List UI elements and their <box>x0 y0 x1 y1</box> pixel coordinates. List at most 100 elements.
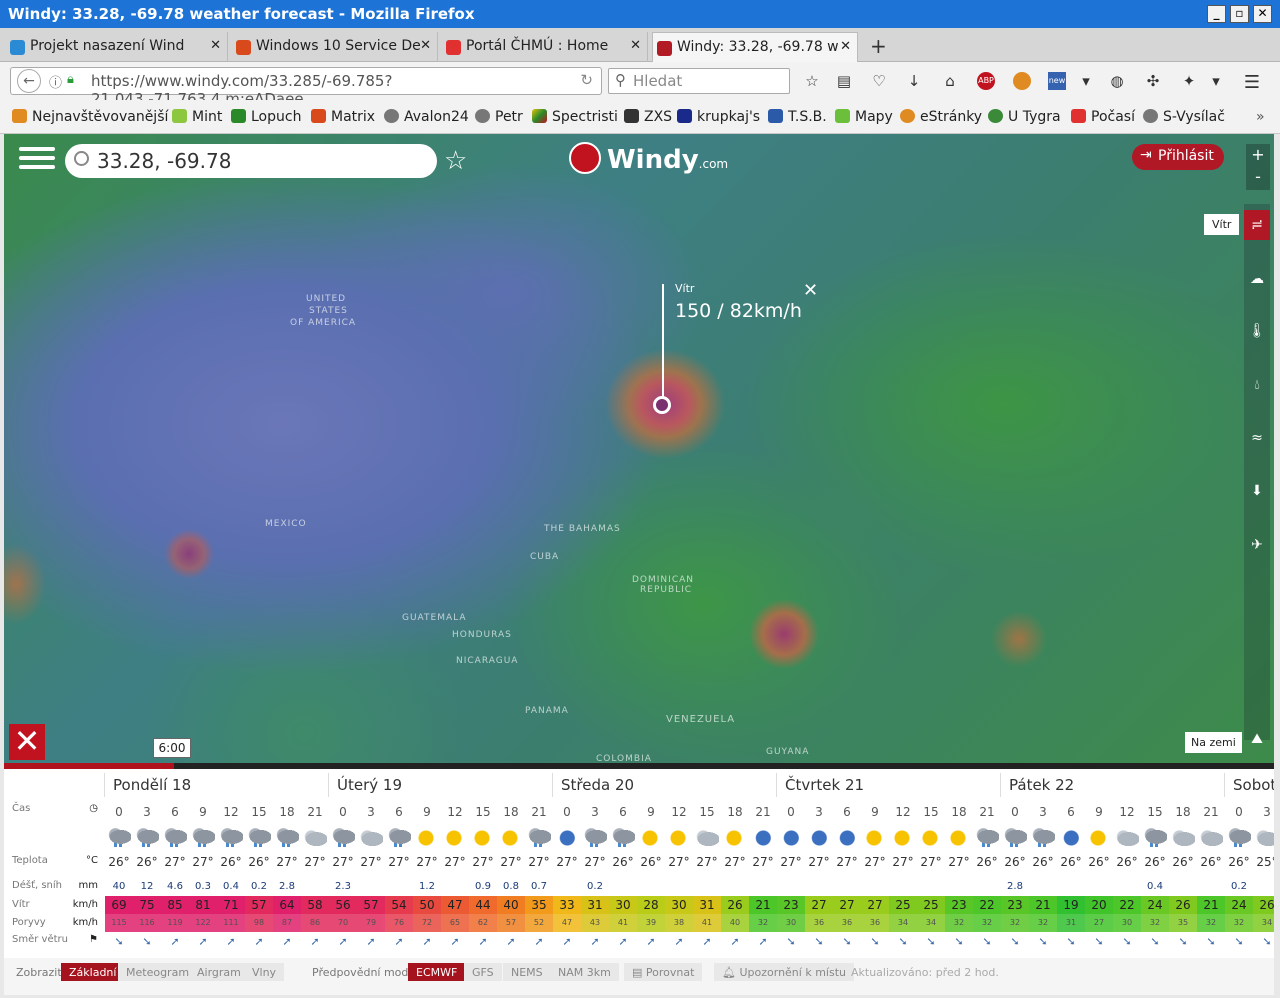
weather-rain-icon <box>525 827 551 849</box>
bookmark-star-icon[interactable]: ☆ <box>803 72 821 90</box>
bookmark-item[interactable]: Počasí <box>1071 109 1135 125</box>
close-window-button[interactable]: ✕ <box>1253 5 1272 23</box>
close-forecast-button[interactable]: ✕ <box>9 724 45 760</box>
altitude-label[interactable]: Na zemi <box>1185 732 1242 753</box>
news-icon[interactable]: new <box>1048 72 1066 90</box>
overflow-dropdown-icon[interactable]: ▾ <box>1207 72 1225 90</box>
back-icon[interactable]: ← <box>17 69 41 93</box>
mode-airgram-button[interactable]: Airgram <box>189 963 249 981</box>
bookmarks-overflow-icon[interactable]: » <box>1256 109 1265 125</box>
pressure-layer-icon[interactable]: ⬇ <box>1244 476 1270 506</box>
hour-cell: 12 <box>447 805 463 819</box>
hamburger-menu-icon[interactable]: ☰ <box>1243 72 1261 93</box>
tab-windows10[interactable]: Windows 10 Service De ✕ <box>232 32 438 62</box>
tab-chmu[interactable]: Portál ČHMÚ : Home ✕ <box>442 32 648 62</box>
temp-cell: 26° <box>1032 855 1054 869</box>
bookmark-item[interactable]: U Tygra <box>988 109 1061 125</box>
day-header: Pátek 22 <box>1000 773 1074 797</box>
info-icon[interactable]: ⓘ <box>49 72 62 91</box>
model-nems-button[interactable]: NEMS <box>503 963 551 981</box>
timeline-time[interactable]: 6:00 <box>153 738 191 758</box>
url-bar[interactable]: ← ⓘ 🔒︎ https://www.windy.com/33.285/-69.… <box>10 67 602 108</box>
tab-projekt[interactable]: Projekt nasazení Wind ✕ <box>6 32 228 62</box>
gust-cell: 41 <box>609 914 637 932</box>
close-tab-icon[interactable]: ✕ <box>630 38 641 53</box>
altitude-icon[interactable]: ⛰︎ <box>1244 724 1270 754</box>
active-layer-label[interactable]: Vítr <box>1204 214 1240 235</box>
cloud-layer-icon[interactable]: ☁ <box>1244 264 1270 294</box>
weather-map[interactable]: UNITED STATES OF AMERICA MEXICO THE BAHA… <box>4 134 1274 766</box>
reload-icon[interactable]: ↻ <box>580 71 593 89</box>
adblock-icon[interactable]: ABP <box>977 72 995 90</box>
waves-layer-icon[interactable]: ≈ <box>1244 423 1270 453</box>
bookmark-item[interactable]: Avalon24 <box>384 109 469 125</box>
bookmark-item[interactable]: Mapy <box>835 109 893 125</box>
dropdown-icon[interactable]: ▾ <box>1077 72 1095 90</box>
bookmark-item[interactable]: Petr <box>475 109 523 125</box>
model-gfs-button[interactable]: GFS <box>464 963 502 981</box>
airport-layer-icon[interactable]: ✈ <box>1244 530 1270 560</box>
gust-cell: 115 <box>105 914 133 932</box>
weather-moon-icon <box>553 827 579 849</box>
wind-layer-icon[interactable]: ≓ <box>1244 210 1270 240</box>
wind-cell: 57 <box>245 896 273 914</box>
extension-icon[interactable] <box>1013 72 1031 90</box>
new-tab-button[interactable]: + <box>870 34 887 58</box>
bookmark-item[interactable]: S-Vysílač <box>1143 109 1225 125</box>
alert-button[interactable]: 🔔︎ Upozornění k místu <box>714 963 854 981</box>
bookmark-item[interactable]: Nejnavštěvovanější <box>12 109 168 125</box>
rain-layer-icon[interactable]: 💧︎ <box>1244 370 1270 400</box>
windy-logo[interactable]: Windy.com <box>569 142 728 175</box>
close-tab-icon[interactable]: ✕ <box>840 39 851 54</box>
favorite-star-icon[interactable]: ☆ <box>444 146 467 176</box>
wind-direction-icon: ➘ <box>1262 935 1272 948</box>
model-nam-button[interactable]: NAM 3km <box>550 963 619 981</box>
wind-direction-icon: ➘ <box>142 935 152 948</box>
close-picker-icon[interactable]: ✕ <box>803 280 818 301</box>
bookmark-item[interactable]: Matrix <box>311 109 375 125</box>
bookmark-item[interactable]: krupkaj's <box>677 109 760 125</box>
zoom-in-button[interactable]: + <box>1246 144 1270 166</box>
temp-cell: 26° <box>1004 855 1026 869</box>
pocket-icon[interactable]: ♡ <box>870 72 888 90</box>
wind-direction-icon: ➚ <box>590 935 600 948</box>
tab-windy[interactable]: Windy: 33.28, -69.78 w ✕ <box>652 32 858 62</box>
gust-cell: 32 <box>1197 914 1225 932</box>
minimize-button[interactable]: _ <box>1207 5 1226 23</box>
mode-meteogram-button[interactable]: Meteogram <box>118 963 198 981</box>
login-button[interactable]: ⇥ Přihlásit <box>1132 144 1224 170</box>
close-tab-icon[interactable]: ✕ <box>420 38 431 53</box>
compare-button[interactable]: ▤ Porovnat <box>624 963 703 981</box>
home-icon[interactable]: ⌂ <box>941 72 959 90</box>
bookmark-item[interactable]: Mint <box>172 109 222 125</box>
picker-marker[interactable] <box>653 396 671 414</box>
extension-2-icon[interactable]: ✣ <box>1144 72 1162 90</box>
rain-cell: 0.8 <box>503 881 519 892</box>
location-search-input[interactable]: 33.28, -69.78 <box>65 144 437 178</box>
reading-list-icon[interactable]: ▤ <box>835 72 853 90</box>
wind-cell: 19 <box>1057 896 1085 914</box>
globe-icon[interactable]: ◍ <box>1108 72 1126 90</box>
globe-icon <box>475 109 490 123</box>
close-tab-icon[interactable]: ✕ <box>210 38 221 53</box>
login-icon: ⇥ <box>1140 147 1152 163</box>
browser-search-input[interactable]: ⚲ Hledat <box>608 68 790 94</box>
extension-3-icon[interactable]: ✦ <box>1180 72 1198 90</box>
gust-cell: 34 <box>917 914 945 932</box>
mode-waves-button[interactable]: Vlny <box>244 963 285 981</box>
bookmark-item[interactable]: Spectristi <box>532 109 618 125</box>
bookmark-item[interactable]: ZXS <box>624 109 672 125</box>
mode-basic-button[interactable]: Základní <box>61 963 125 981</box>
download-icon[interactable]: ↓ <box>905 72 923 90</box>
temperature-layer-icon[interactable]: 🌡︎ <box>1244 316 1270 346</box>
maximize-button[interactable]: ▫ <box>1230 5 1249 23</box>
zoom-out-button[interactable]: - <box>1246 166 1270 188</box>
model-ecmwf-button[interactable]: ECMWF <box>408 963 466 981</box>
gust-cell: 27 <box>1085 914 1113 932</box>
bookmark-item[interactable]: eStránky <box>900 109 982 125</box>
wind-direction-icon: ➚ <box>674 935 684 948</box>
wind-direction-icon: ➚ <box>478 935 488 948</box>
hamburger-menu-icon[interactable] <box>19 147 55 173</box>
bookmark-item[interactable]: T.S.B. <box>768 109 827 125</box>
bookmark-item[interactable]: Lopuch <box>231 109 301 125</box>
